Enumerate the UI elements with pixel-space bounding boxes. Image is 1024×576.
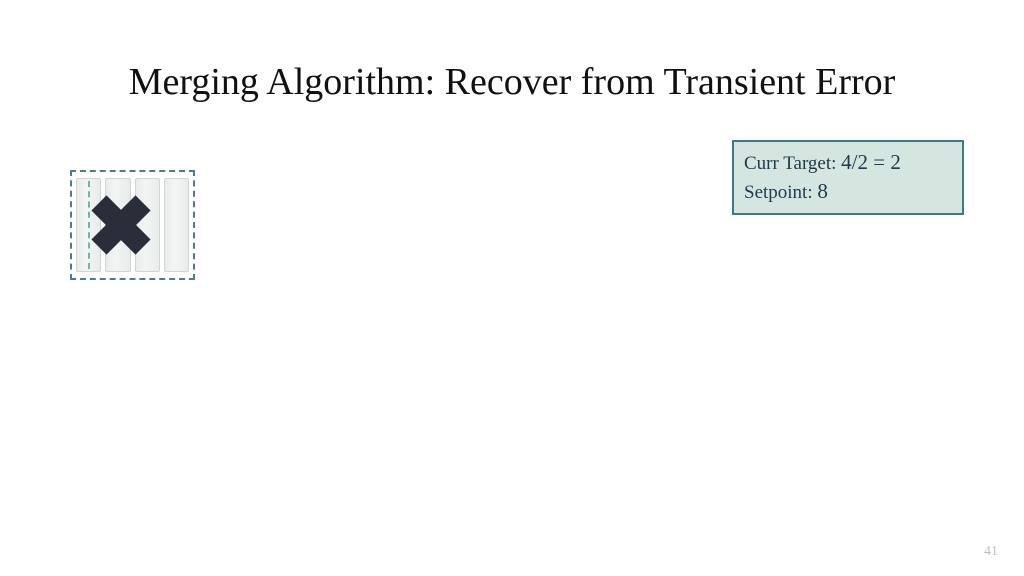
- curr-target-line: Curr Target: 4/2 = 2: [744, 148, 952, 177]
- slide: Merging Algorithm: Recover from Transien…: [0, 0, 1024, 576]
- setpoint-line: Setpoint: 8: [744, 177, 952, 206]
- node-box: [70, 170, 195, 280]
- page-number: 41: [984, 544, 998, 560]
- partition-bar: [135, 178, 160, 272]
- curr-target-value: 4/2 = 2: [841, 150, 901, 174]
- slide-title: Merging Algorithm: Recover from Transien…: [0, 60, 1024, 104]
- partition-bar: [164, 178, 189, 272]
- setpoint-label: Setpoint:: [744, 182, 813, 203]
- partition-bar: [76, 178, 101, 272]
- curr-target-label: Curr Target:: [744, 153, 836, 174]
- partition-bar: [105, 178, 130, 272]
- status-box: Curr Target: 4/2 = 2 Setpoint: 8: [732, 140, 964, 215]
- setpoint-value: 8: [817, 179, 828, 203]
